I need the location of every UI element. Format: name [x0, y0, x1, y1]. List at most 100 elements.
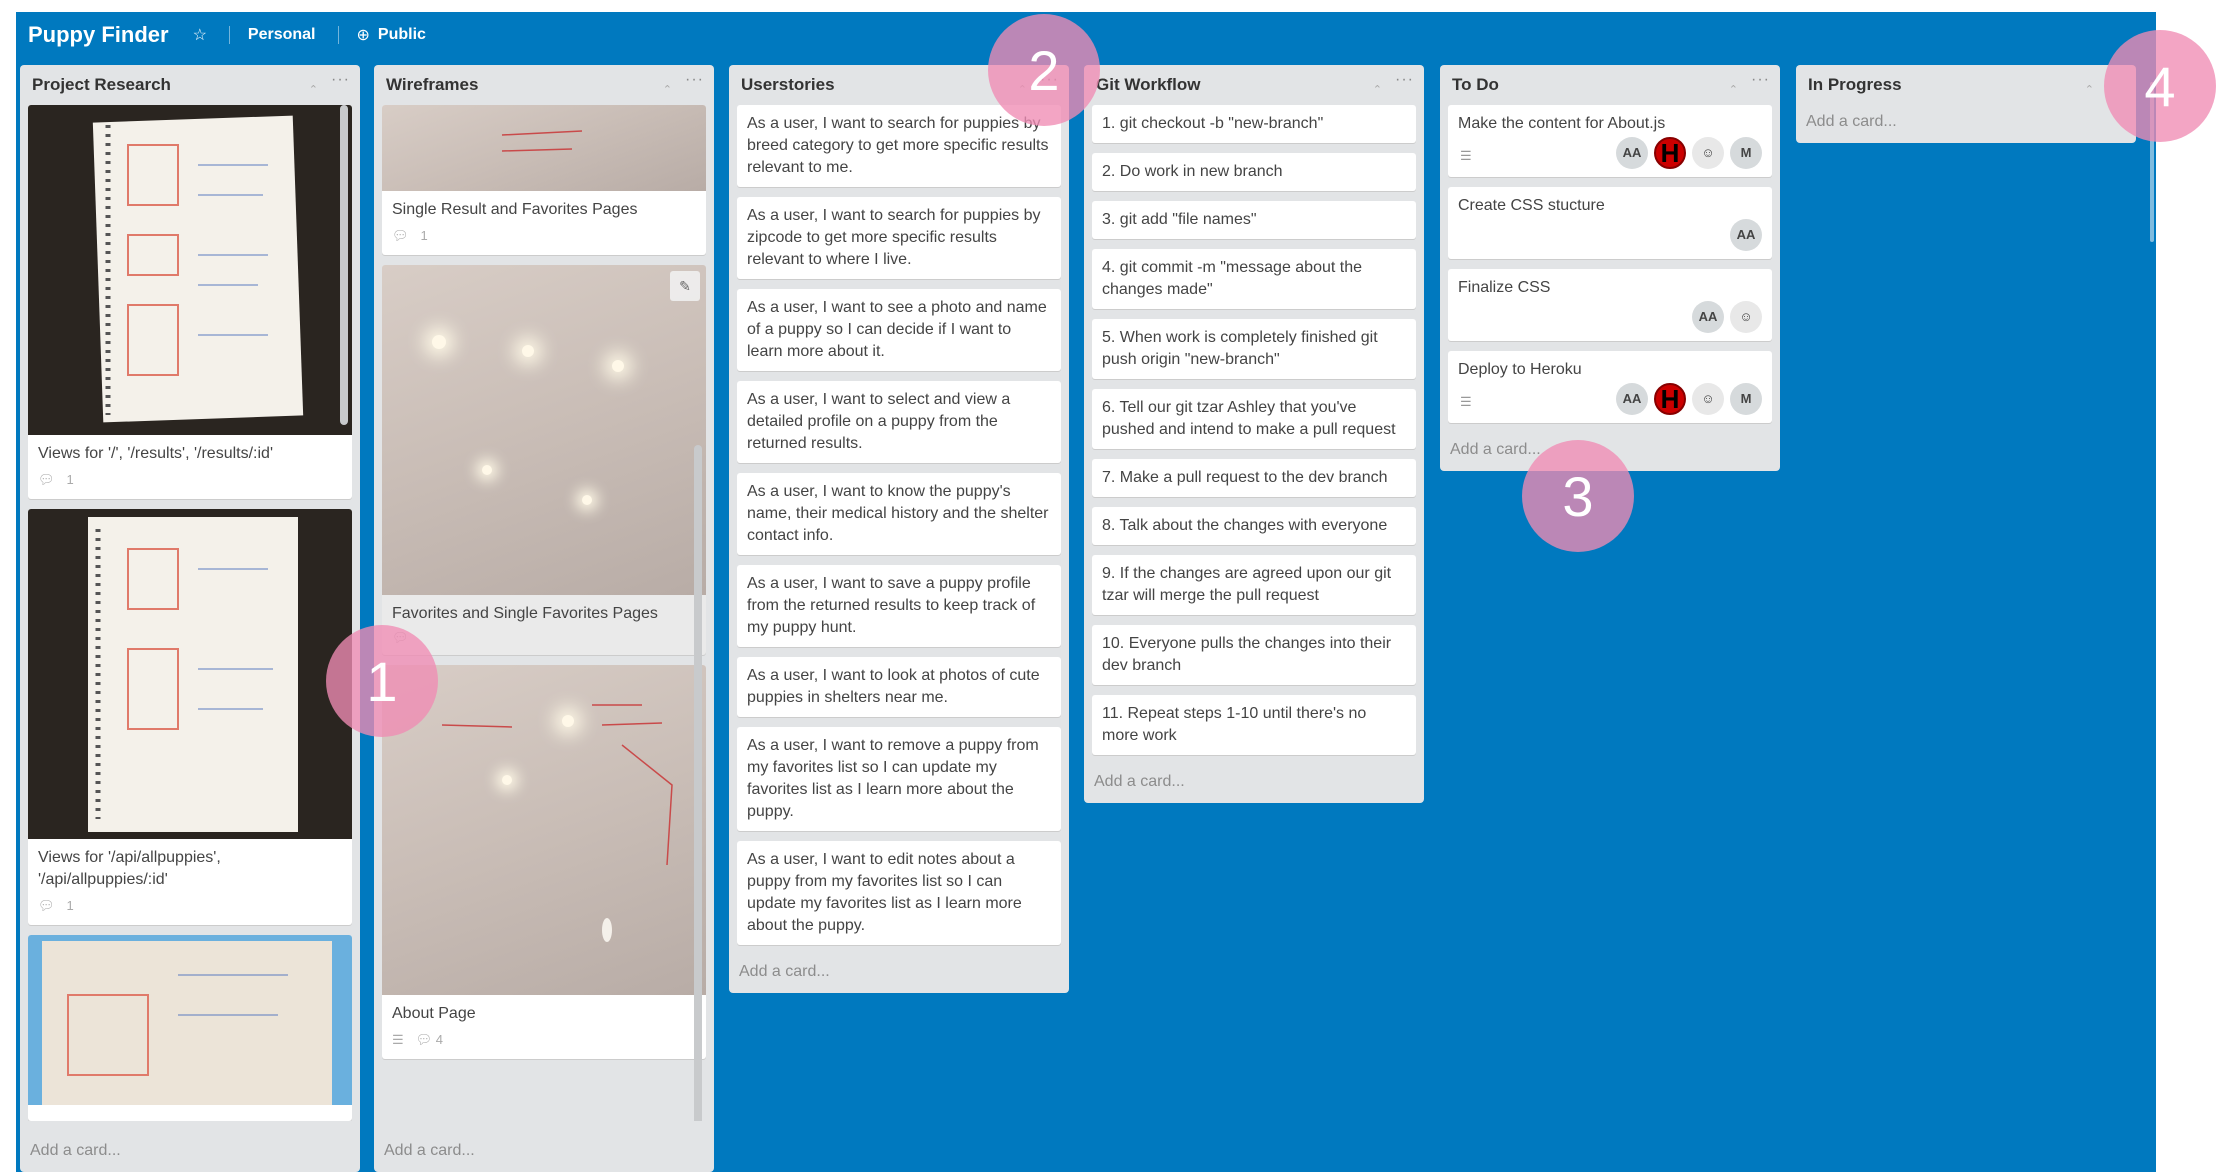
description-icon: ☰ [1460, 394, 1472, 409]
list-wireframes: Wireframes ⌃ ··· Single Result and Favor… [374, 65, 714, 1172]
list-git-workflow: Git Workflow ⌃ ··· 1. git checkout -b "n… [1084, 65, 1424, 803]
list-item[interactable]: As a user, I want to know the puppy's na… [737, 473, 1061, 555]
card-title: Single Result and Favorites Pages [392, 201, 638, 218]
annotation-marker-3: 3 [1522, 440, 1634, 552]
notebook-photo [28, 509, 352, 839]
collapse-icon[interactable]: ⌃ [663, 83, 672, 96]
list-item[interactable]: As a user, I want to remove a puppy from… [737, 727, 1061, 831]
collapse-icon[interactable]: ⌃ [1729, 83, 1738, 96]
annotation-marker-4: 4 [2104, 30, 2216, 142]
notebook-photo [28, 105, 352, 435]
avatar[interactable]: M [1730, 383, 1762, 415]
avatar[interactable]: AA [1616, 383, 1648, 415]
list-item[interactable]: ✎ Favorites and Single Favorites Pages 💬… [382, 265, 706, 655]
comment-badge: 💬︎ 1 [38, 469, 342, 491]
collapse-icon[interactable]: ⌃ [309, 83, 318, 96]
list-item[interactable]: About Page ☰ 💬︎ 4 [382, 665, 706, 1059]
list-item[interactable]: As a user, I want to save a puppy profil… [737, 565, 1061, 647]
list-header[interactable]: Wireframes ⌃ ··· [374, 65, 714, 105]
avatar[interactable]: H [1654, 383, 1686, 415]
list-item[interactable]: 9. If the changes are agreed upon our gi… [1092, 555, 1416, 615]
list-item[interactable]: 6. Tell our git tzar Ashley that you've … [1092, 389, 1416, 449]
add-card-button[interactable]: Add a card... [20, 1134, 131, 1172]
list-header[interactable]: In Progress ⌃ [1796, 65, 2136, 105]
list-in-progress: In Progress ⌃ Add a card... [1796, 65, 2136, 143]
list-item[interactable]: 1. git checkout -b "new-branch" [1092, 105, 1416, 143]
list-title[interactable]: Project Research [32, 75, 171, 94]
list-item[interactable]: Finalize CSS AA ☺ [1448, 269, 1772, 341]
list-item[interactable]: Deploy to Heroku ☰ AA H ☺ M [1448, 351, 1772, 423]
list-menu-icon[interactable]: ··· [685, 71, 704, 89]
avatar[interactable]: AA [1692, 301, 1724, 333]
card-badges: ☰ 💬︎ 4 [392, 1029, 696, 1051]
list-item[interactable]: As a user, I want to search for puppies … [737, 197, 1061, 279]
card-members: AA [1458, 219, 1762, 251]
globe-icon[interactable]: ⊕ [357, 25, 370, 45]
list-item[interactable]: 4. git commit -m "message about the chan… [1092, 249, 1416, 309]
annotation-marker-1: 1 [326, 625, 438, 737]
star-icon[interactable]: ☆ [193, 25, 207, 45]
add-card-button[interactable]: Add a card... [1796, 105, 2136, 143]
avatar[interactable]: AA [1616, 137, 1648, 169]
list-item[interactable]: As a user, I want to edit notes about a … [737, 841, 1061, 945]
avatar[interactable]: ☺ [1692, 137, 1724, 169]
card-title: Views for '/api/allpuppies', '/api/allpu… [38, 849, 221, 888]
whiteboard-photo: ✎ [382, 265, 706, 595]
avatar[interactable]: ☺ [1730, 301, 1762, 333]
add-card-button[interactable]: Add a card... [374, 1134, 485, 1172]
card-title: Create CSS stucture [1458, 197, 1605, 214]
list-to-do: To Do ⌃ ··· Make the content for About.j… [1440, 65, 1780, 471]
comment-badge: 💬︎ 1 [38, 895, 342, 917]
list-item[interactable]: As a user, I want to search for puppies … [737, 105, 1061, 187]
list-header[interactable]: To Do ⌃ ··· [1440, 65, 1780, 105]
list-item[interactable] [28, 935, 352, 1121]
list-menu-icon[interactable]: ··· [331, 71, 350, 89]
list-item[interactable]: 5. When work is completely finished git … [1092, 319, 1416, 379]
list-item[interactable]: Views for '/', '/results', '/results/:id… [28, 105, 352, 499]
scrollbar[interactable] [694, 445, 702, 1121]
avatar[interactable]: M [1730, 137, 1762, 169]
list-item[interactable]: Make the content for About.js ☰ AA H ☺ M [1448, 105, 1772, 177]
public-button[interactable]: Public [378, 26, 426, 44]
list-header[interactable]: Project Research ⌃ ··· [20, 65, 360, 105]
list-title[interactable]: Userstories [741, 75, 835, 94]
collapse-icon[interactable]: ⌃ [1373, 83, 1382, 96]
list-item[interactable]: 3. git add "file names" [1092, 201, 1416, 239]
card-title: Finalize CSS [1458, 279, 1551, 296]
avatar[interactable]: H [1654, 137, 1686, 169]
scrollbar[interactable] [340, 105, 348, 425]
list-item[interactable]: Create CSS stucture AA [1448, 187, 1772, 259]
card-members: AA H ☺ M [1458, 383, 1762, 415]
board-title[interactable]: Puppy Finder [28, 22, 169, 48]
collapse-icon[interactable]: ⌃ [2085, 83, 2094, 96]
list-item[interactable]: As a user, I want to select and view a d… [737, 381, 1061, 463]
list-item[interactable]: Single Result and Favorites Pages 💬︎ 1 [382, 105, 706, 255]
comment-badge: 💬︎ 1 [392, 225, 696, 247]
header-divider [228, 26, 230, 44]
avatar[interactable]: ☺ [1692, 383, 1724, 415]
list-item[interactable]: Views for '/api/allpuppies', '/api/allpu… [28, 509, 352, 925]
add-card-button[interactable]: Add a card... [729, 955, 1069, 993]
card-members: AA ☺ [1458, 301, 1762, 333]
list-item[interactable]: 11. Repeat steps 1-10 until there's no m… [1092, 695, 1416, 755]
list-item[interactable]: As a user, I want to see a photo and nam… [737, 289, 1061, 371]
comment-icon: 💬︎ [392, 228, 409, 243]
list-menu-icon[interactable]: ··· [1395, 71, 1414, 89]
list-item[interactable]: As a user, I want to look at photos of c… [737, 657, 1061, 717]
pencil-icon[interactable]: ✎ [670, 271, 700, 301]
card-title: About Page [392, 1005, 476, 1022]
list-item[interactable]: 10. Everyone pulls the changes into thei… [1092, 625, 1416, 685]
list-item[interactable]: 8. Talk about the changes with everyone [1092, 507, 1416, 545]
list-header[interactable]: Git Workflow ⌃ ··· [1084, 65, 1424, 105]
personal-button[interactable]: Personal [248, 26, 316, 44]
list-title[interactable]: To Do [1452, 75, 1499, 94]
list-title[interactable]: Wireframes [386, 75, 478, 94]
header-divider [337, 26, 339, 44]
add-card-button[interactable]: Add a card... [1084, 765, 1424, 803]
list-item[interactable]: 7. Make a pull request to the dev branch [1092, 459, 1416, 497]
list-title[interactable]: In Progress [1808, 75, 1902, 94]
avatar[interactable]: AA [1730, 219, 1762, 251]
list-item[interactable]: 2. Do work in new branch [1092, 153, 1416, 191]
list-title[interactable]: Git Workflow [1096, 75, 1201, 94]
list-menu-icon[interactable]: ··· [1751, 71, 1770, 89]
